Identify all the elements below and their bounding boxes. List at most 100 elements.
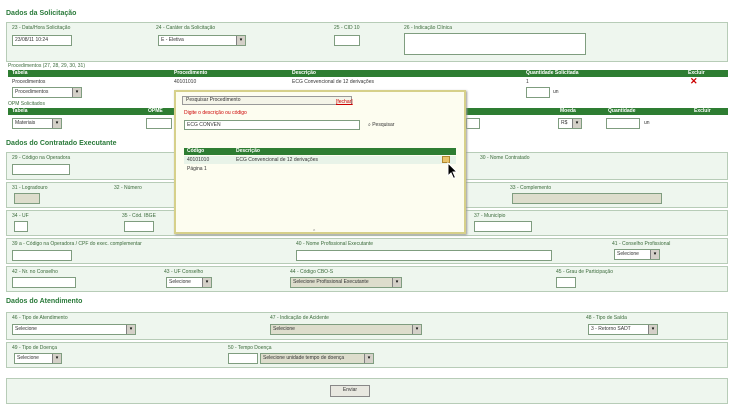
opme-desc-input[interactable]	[466, 118, 480, 129]
popup-hint: Digite o descrição ou código	[184, 110, 247, 116]
opme-codigo-input[interactable]	[146, 118, 172, 129]
cid-label: 25 - CID 10	[334, 25, 360, 31]
col-tabela: Tabela	[12, 70, 28, 76]
cpf-exec-label: 39 a - Código na Operadora / CPF do exec…	[12, 241, 142, 247]
conselho-label: 41 - Conselho Profissional	[612, 241, 671, 247]
popup-search-label: Pesquisar	[372, 122, 395, 128]
complemento-input[interactable]	[512, 193, 662, 204]
section-title-contratado: Dados do Contratado Executante	[6, 140, 117, 147]
section-title-atendimento: Dados do Atendimento	[6, 298, 83, 305]
logradouro-label: 31 - Logradouro	[12, 185, 48, 191]
chevron-down-icon: ▾	[236, 36, 245, 45]
opme-qtd-unit: un	[644, 120, 650, 126]
popup-col-codigo: Código	[187, 148, 205, 154]
grau-label: 45 - Grau de Participação	[556, 269, 613, 275]
opme-moeda-value: R$	[561, 120, 568, 126]
conselho-select[interactable]: Selecione ▾	[614, 249, 660, 260]
cbo-value: Selecione Profissional Executante	[293, 279, 369, 285]
section-title-solicitacao: Dados da Solicitação	[6, 10, 77, 17]
nome-contratado-label: 30 - Nome Contratado	[480, 155, 530, 161]
row-codigo: 40101010	[174, 79, 197, 85]
new-qtd-input[interactable]	[526, 87, 550, 98]
chevron-down-icon: ▾	[202, 278, 211, 287]
cep-label: 37 - Município	[474, 213, 506, 219]
mouse-cursor-icon	[447, 162, 459, 180]
tempo-unidade-select[interactable]: Selecione unidade tempo de doença ▾	[260, 353, 374, 364]
chevron-down-icon: ▾	[650, 250, 659, 259]
tipo-atend-label: 46 - Tipo de Atendimento	[12, 315, 68, 321]
popup-result-code: 40101010	[187, 157, 210, 163]
tipo-saida-label: 48 - Tipo de Saída	[586, 315, 627, 321]
nome-prof-input[interactable]	[296, 250, 552, 261]
row-qtd: 1	[526, 79, 529, 85]
col-quantidade: Quantidade Solicitada	[526, 70, 579, 76]
acidente-label: 47 - Indicação de Acidente	[270, 315, 329, 321]
tempo-doenca-input[interactable]	[228, 353, 258, 364]
chevron-down-icon: ▾	[648, 325, 657, 334]
row-descricao: ECG Convencional de 12 derivações	[292, 79, 374, 85]
cod-operadora-input[interactable]	[12, 164, 70, 175]
cbo-select[interactable]: Selecione Profissional Executante ▾	[290, 277, 402, 288]
new-tabela-select[interactable]: Procedimentos ▾	[12, 87, 82, 98]
chevron-down-icon: ▾	[52, 354, 61, 363]
delete-row-icon[interactable]: ✕	[690, 76, 698, 87]
chevron-down-icon: ▾	[126, 325, 135, 334]
ibge-label: 35 - Cód. IBGE	[122, 213, 156, 219]
tipo-saida-select[interactable]: 3 - Retorno SADT ▾	[588, 324, 658, 335]
cid-input[interactable]	[334, 35, 360, 46]
uf-conselho-select[interactable]: Selecione ▾	[166, 277, 212, 288]
tempo-unidade-value: Selecione unidade tempo de doença	[263, 355, 345, 361]
nr-conselho-label: 42 - Nr. no Conselho	[12, 269, 58, 275]
grau-input[interactable]	[556, 277, 576, 288]
tipo-doenca-label: 49 - Tipo de Doença	[12, 345, 58, 351]
new-qtd-unit: un	[553, 89, 559, 95]
popup-search-input[interactable]: ECG CONVEN	[184, 120, 360, 130]
procedimentos-header: Tabela Procedimento Descrição Quantidade…	[8, 70, 728, 77]
opme-qtd-input[interactable]	[606, 118, 640, 129]
datahora-input[interactable]: 23/08/11 10:24	[12, 35, 72, 46]
tipo-doenca-select[interactable]: Selecione ▾	[14, 353, 62, 364]
logradouro-input[interactable]	[14, 193, 40, 204]
tempo-doenca-label: 50 - Tempo Doença	[228, 345, 272, 351]
indicacao-input[interactable]	[404, 33, 586, 55]
chevron-down-icon: ▾	[392, 278, 401, 287]
uf-input[interactable]	[14, 221, 28, 232]
opme-tabela-select[interactable]: Materiais ▾	[12, 118, 62, 129]
acidente-value: Selecione	[273, 326, 295, 332]
popup-close-link[interactable]: [fechar]	[336, 99, 353, 105]
new-tabela-value: Procedimentos	[15, 89, 49, 95]
complemento-label: 33 - Complemento	[510, 185, 552, 191]
nome-prof-label: 40 - Nome Profissional Executante	[296, 241, 373, 247]
carater-select[interactable]: E - Eletiva ▾	[158, 35, 246, 46]
col-descricao: Descrição	[292, 70, 316, 76]
opme-title: OPM Solicitados	[8, 101, 45, 107]
popup-results-header: Código Descrição	[184, 148, 456, 155]
carater-value: E - Eletiva	[161, 37, 184, 43]
numero-label: 32 - Número	[114, 185, 142, 191]
row-tabela: Procedimentos	[12, 79, 46, 85]
opme-col-quantidade: Quantidade	[608, 108, 636, 114]
opme-col-tabela: Tabela	[12, 108, 28, 114]
opme-moeda-select[interactable]: R$ ▾	[558, 118, 582, 129]
cbo-label: 44 - Código CBO-S	[290, 269, 334, 275]
opme-col-opme: OPME	[148, 108, 163, 114]
search-icon: ⌕	[368, 122, 371, 128]
cpf-exec-input[interactable]	[12, 250, 72, 261]
ibge-input[interactable]	[124, 221, 154, 232]
nr-conselho-input[interactable]	[12, 277, 76, 288]
tipo-atend-select[interactable]: Selecione ▾	[12, 324, 136, 335]
opme-col-moeda: Moeda	[560, 108, 576, 114]
cep-input[interactable]	[474, 221, 532, 232]
popup-col-descricao: Descrição	[236, 148, 260, 154]
search-popup: Pesquisar Procedimento [fechar] Digite o…	[174, 90, 466, 235]
acidente-select[interactable]: Selecione ▾	[270, 324, 422, 335]
popup-result-row[interactable]: 40101010 ECG Convencional de 12 derivaçõ…	[184, 156, 456, 164]
col-procedimento: Procedimento	[174, 70, 208, 76]
chevron-down-icon: ▾	[72, 88, 81, 97]
chevron-down-icon: ▾	[364, 354, 373, 363]
popup-search-button[interactable]: ⌕ Pesquisar	[368, 122, 394, 128]
opme-tabela-value: Materiais	[15, 120, 36, 126]
submit-button[interactable]: Enviar	[330, 385, 370, 397]
resize-handle-icon[interactable]: ⌃	[312, 229, 316, 235]
chevron-down-icon: ▾	[412, 325, 421, 334]
